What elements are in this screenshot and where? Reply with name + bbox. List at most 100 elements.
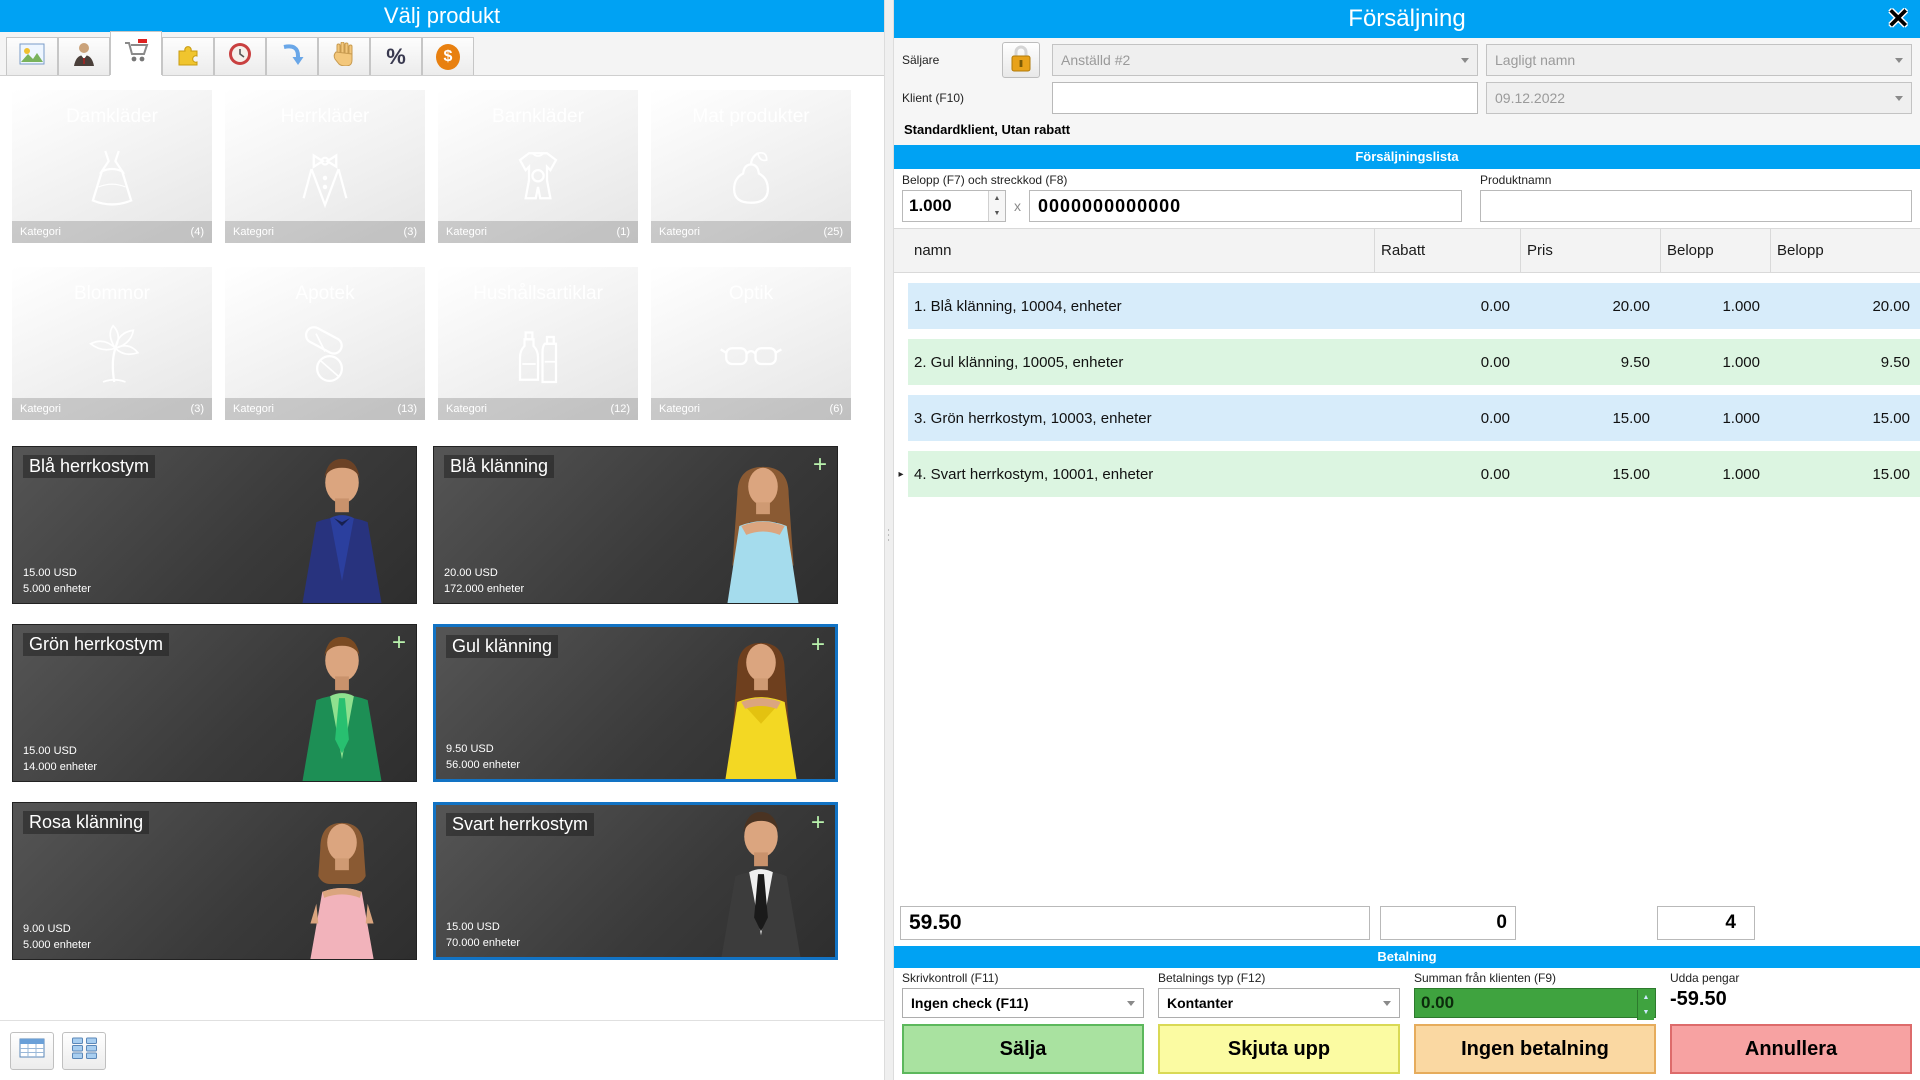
category-count: (13) [397,403,417,415]
column-header-pris[interactable]: Pris [1520,229,1660,272]
product-price: 9.00 USD [23,923,71,935]
summan-label: Summan från klienten (F9) [1414,971,1557,985]
tab-returns[interactable] [266,37,318,75]
tab-time[interactable] [214,37,266,75]
percent-icon: % [386,43,406,69]
amount-spin-buttons[interactable]: ▲ ▼ [1637,990,1654,1020]
quantity-spin-buttons[interactable]: ▲ ▼ [988,191,1005,221]
row-name: 3. Grön herrkostym, 10003, enheter [908,395,1374,441]
row-pris: 15.00 [1520,451,1660,497]
sales-table: namn Rabatt Pris Belopp Belopp 1. Blå kl… [894,228,1920,902]
product-tile-gul-klanning[interactable]: Gul klänning + 9.50 USD 56.000 enheter [433,624,838,782]
category-count: (3) [190,403,204,415]
product-price: 15.00 USD [446,921,500,933]
add-product-icon[interactable]: + [813,451,827,479]
change-due-value: -59.50 [1670,988,1727,1010]
product-tile-bla-herrkostym[interactable]: Blå herrkostym 15.00 USD 5.000 enheter [12,446,417,604]
category-name: Herrkläder [280,106,370,127]
dollar-icon: $ [436,43,460,70]
spin-down-icon[interactable]: ▼ [1638,1005,1654,1020]
action-buttons: Sälja Skjuta upp Ingen betalning Annulle… [894,1022,1920,1080]
product-tile-svart-herrkostym[interactable]: Svart herrkostym + 15.00 USD 70.000 enhe… [433,802,838,960]
category-tile-herrklader[interactable]: Herrkläder Kategori (3) [225,90,425,243]
column-header-belopp2[interactable]: Belopp [1770,229,1920,272]
chevron-down-icon [1383,1001,1391,1006]
close-icon[interactable]: ✕ [1887,0,1910,38]
no-payment-button[interactable]: Ingen betalning [1414,1024,1656,1074]
product-name: Gul klänning [446,635,559,658]
row-marker [894,395,908,441]
cancel-button[interactable]: Annullera [1670,1024,1912,1074]
spin-down-icon[interactable]: ▼ [989,206,1005,221]
category-tile-barnklader[interactable]: Barnkläder Kategori (1) [438,90,638,243]
legal-name-select[interactable]: Lagligt namn [1486,44,1912,76]
tab-hold[interactable] [318,37,370,75]
product-tile-rosa-klanning[interactable]: Rosa klänning 9.00 USD 5.000 enheter [12,802,417,960]
category-name: Damkläder [66,106,158,127]
row-qty: 1.000 [1660,283,1770,329]
category-count: (25) [823,226,843,238]
puzzle-icon [176,42,200,71]
category-tile-hushallsartiklar[interactable]: Hushållsartiklar Kategori (12) [438,267,638,420]
total-sum: 59.50 [900,906,1370,940]
tab-discount[interactable]: % [370,37,422,75]
lock-button[interactable] [1002,42,1040,78]
check-select[interactable]: Ingen check (F11) [902,988,1144,1018]
table-row[interactable]: 1. Blå klänning, 10004, enheter 0.00 20.… [894,283,1920,329]
seller-select[interactable]: Anställd #2 [1052,44,1478,76]
amount-from-client-input[interactable] [1415,989,1655,1017]
sell-button[interactable]: Sälja [902,1024,1144,1074]
category-tile-mat-produkter[interactable]: Mat produkter Kategori (25) [651,90,851,243]
date-select[interactable]: 09.12.2022 [1486,82,1912,114]
category-tile-damklader[interactable]: Damkläder Kategori (4) [12,90,212,243]
tab-customers[interactable] [58,37,110,75]
table-row[interactable]: ▸ 4. Svart herrkostym, 10001, enheter 0.… [894,451,1920,497]
times-label: x [1014,198,1021,214]
barcode-input[interactable] [1029,190,1462,222]
tab-addons[interactable] [162,37,214,75]
row-sum: 20.00 [1770,283,1920,329]
grid-view-button[interactable] [62,1031,106,1070]
product-tile-bla-klanning[interactable]: Blå klänning + 20.00 USD 172.000 enheter [433,446,838,604]
category-count: (1) [616,226,630,238]
pear-icon [651,142,851,214]
product-name: Svart herrkostym [446,813,595,836]
add-product-icon[interactable]: + [392,629,406,657]
check-select-value: Ingen check (F11) [911,995,1029,1011]
column-header-belopp[interactable]: Belopp [1660,229,1770,272]
table-row[interactable]: 3. Grön herrkostym, 10003, enheter 0.00 … [894,395,1920,441]
spin-up-icon[interactable]: ▲ [989,191,1005,206]
add-product-icon[interactable]: + [811,809,825,837]
category-tile-optik[interactable]: Optik Kategori (6) [651,267,851,420]
chevron-down-icon [1895,96,1903,101]
client-input[interactable] [1052,82,1478,114]
table-row[interactable]: 2. Gul klänning, 10005, enheter 0.00 9.5… [894,339,1920,385]
postpone-button[interactable]: Skjuta upp [1158,1024,1400,1074]
onesie-icon [438,142,638,214]
spin-up-icon[interactable]: ▲ [1638,990,1654,1005]
row-qty: 1.000 [1660,395,1770,441]
category-tile-apotek[interactable]: Apotek Kategori (13) [225,267,425,420]
product-tile-gron-herrkostym[interactable]: Grön herrkostym + 15.00 USD 14.000 enhet… [12,624,417,782]
table-view-button[interactable] [10,1031,54,1070]
product-name-input[interactable] [1480,190,1912,222]
product-picker-panel: Välj produkt % $ Damkläder Kategori (4) … [0,0,884,1080]
panel-splitter[interactable]: ∙ ∙ ∙ [884,0,894,1080]
payment-type-select[interactable]: Kontanter [1158,988,1400,1018]
category-tile-blommor[interactable]: Blommor Kategori (3) [12,267,212,420]
category-type-label: Kategori [446,226,487,238]
tab-pictures[interactable] [6,37,58,75]
tab-products[interactable] [110,31,162,75]
payment-header: Betalning [894,946,1920,968]
category-count: (12) [610,403,630,415]
column-header-rabatt[interactable]: Rabatt [1374,229,1520,272]
left-panel-title: Välj produkt [0,0,884,32]
view-switcher [0,1020,884,1080]
sale-panel-title-bar: Försäljning ✕ [894,0,1920,38]
add-product-icon[interactable]: + [811,631,825,659]
column-header-namn[interactable]: namn [908,229,1374,272]
tab-price[interactable]: $ [422,37,474,75]
category-count: (4) [190,226,204,238]
category-type-label: Kategori [20,403,61,415]
category-type-label: Kategori [659,226,700,238]
